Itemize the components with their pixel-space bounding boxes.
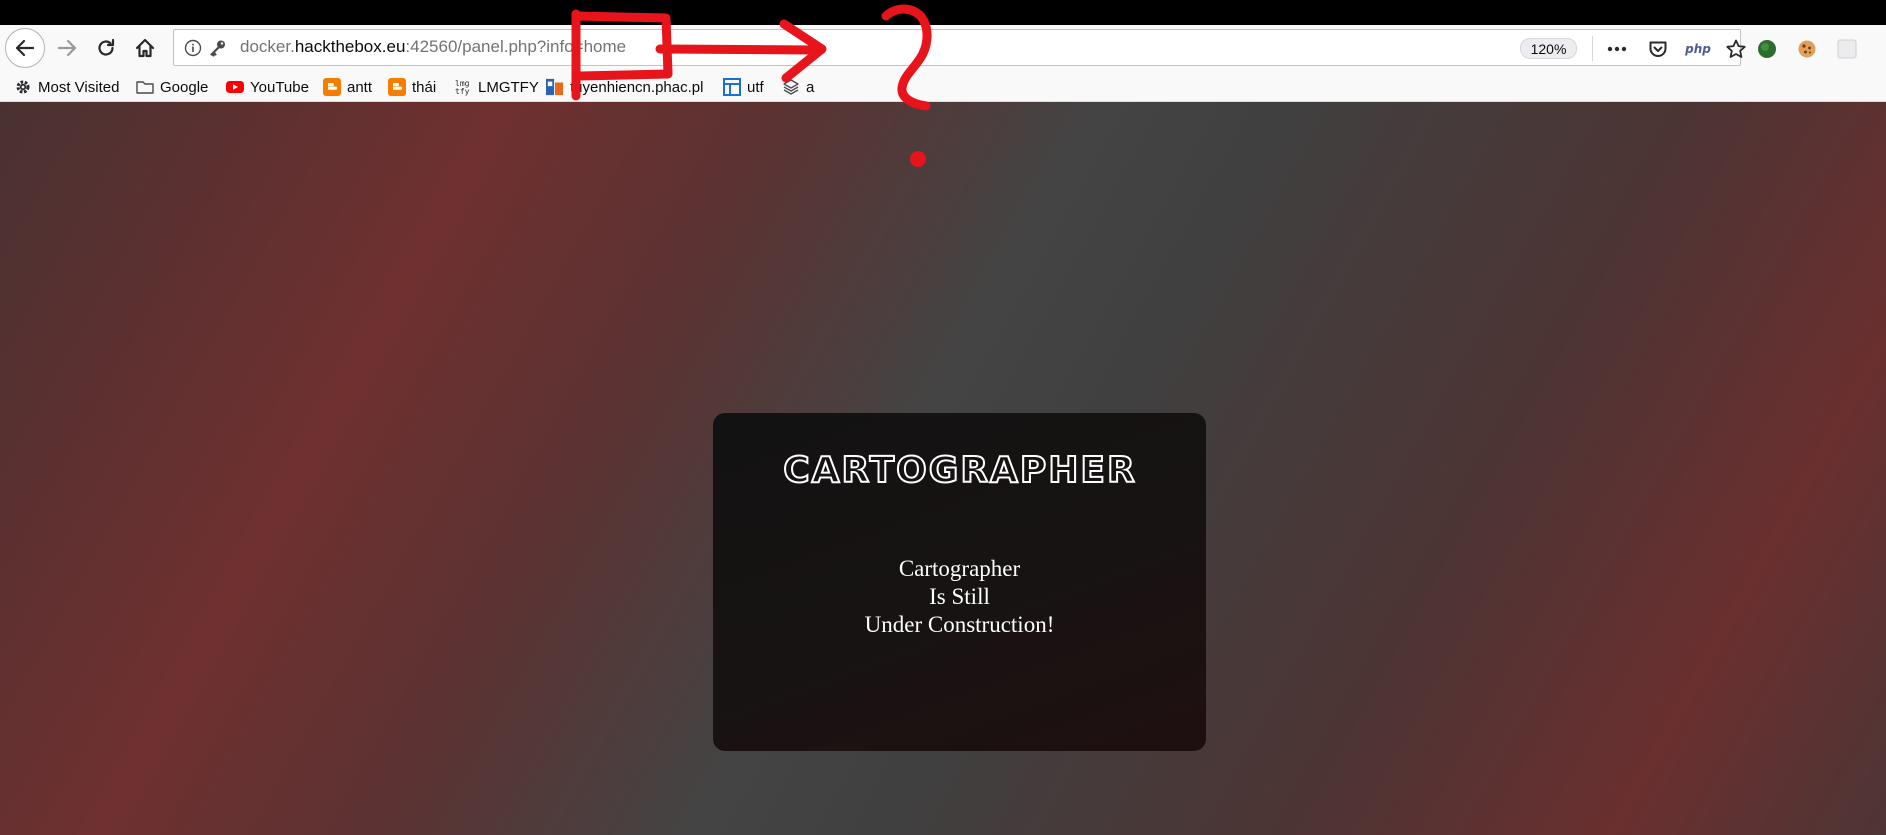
home-button[interactable]	[128, 31, 162, 65]
bookmark-thai[interactable]: thái	[388, 77, 436, 97]
php-extension-badge[interactable]: php	[1685, 36, 1711, 62]
bookmark-youtube[interactable]: YouTube	[226, 77, 309, 97]
cookie-extension-icon[interactable]	[1795, 37, 1819, 61]
bookmark-label: YouTube	[250, 78, 309, 96]
forward-arrow-icon	[57, 39, 77, 57]
url-text[interactable]: docker.hackthebox.eu:42560/panel.php?inf…	[240, 37, 626, 57]
window-top-strip	[0, 0, 1886, 25]
site-icon	[546, 78, 564, 96]
lmgtfy-icon: lmg tfy	[454, 78, 472, 96]
home-icon	[135, 38, 155, 58]
url-bar-divider	[1592, 36, 1593, 61]
bookmark-label: a	[806, 78, 815, 96]
bookmark-google[interactable]: Google	[136, 77, 208, 97]
gear-icon	[14, 78, 32, 96]
construction-card: CARTOGRAPHER Cartographer Is Still Under…	[713, 413, 1206, 751]
message-line-3: Under Construction!	[864, 612, 1055, 637]
url-host: hackthebox.eu	[294, 37, 406, 56]
page-content: CARTOGRAPHER Cartographer Is Still Under…	[0, 102, 1886, 835]
folder-icon	[136, 78, 154, 96]
reload-button[interactable]	[89, 31, 123, 65]
url-prefix: docker.	[240, 37, 295, 56]
page-actions-button[interactable]	[1604, 36, 1630, 62]
url-path: :42560/panel.php?info=home	[405, 37, 627, 56]
svg-text:CARTOGRAPHER: CARTOGRAPHER	[783, 453, 1137, 487]
layers-icon	[782, 78, 800, 96]
table-icon	[723, 78, 741, 96]
bookmark-label: Most Visited	[38, 78, 120, 96]
blogger-icon	[323, 78, 341, 96]
construction-message: Cartographer Is Still Under Construction…	[713, 555, 1206, 639]
meatball-menu-icon	[1607, 46, 1627, 52]
cartographer-logo: CARTOGRAPHER	[782, 453, 1137, 487]
bookmark-lmgtfy[interactable]: lmg tfy LMGTFY	[454, 77, 539, 97]
forward-button[interactable]	[50, 31, 84, 65]
bookmark-label: utf	[747, 78, 764, 96]
bookmark-label: LMGTFY	[478, 78, 539, 96]
green-extension-icon[interactable]	[1755, 37, 1779, 61]
back-arrow-icon	[15, 39, 35, 57]
zoom-level-badge[interactable]: 120%	[1520, 38, 1577, 59]
bookmarks-toolbar: Most Visited Google YouTube antt thái lm…	[0, 73, 1886, 102]
bookmark-label: thái	[412, 78, 437, 96]
message-line-2: Is Still	[929, 584, 990, 609]
bookmark-a[interactable]: a	[782, 77, 814, 97]
bookmark-antt[interactable]: antt	[323, 77, 372, 97]
message-line-1: Cartographer	[898, 556, 1021, 581]
key-icon[interactable]	[208, 38, 228, 58]
info-icon[interactable]	[184, 39, 202, 57]
pocket-button[interactable]	[1645, 36, 1671, 62]
star-icon	[1726, 39, 1746, 58]
bookmark-label: antt	[347, 78, 373, 96]
youtube-icon	[226, 78, 244, 96]
back-button[interactable]	[5, 28, 45, 68]
pocket-icon	[1649, 41, 1667, 57]
reload-icon	[98, 38, 115, 56]
navigation-toolbar: docker.hackthebox.eu:42560/panel.php?inf…	[0, 25, 1886, 73]
bookmark-most-visited[interactable]: Most Visited	[14, 77, 119, 97]
bookmark-utf[interactable]: utf	[723, 77, 764, 97]
bookmark-tuyenhiencn[interactable]: tuyenhiencn.phac.pl	[546, 77, 703, 97]
bookmark-star-button[interactable]	[1723, 36, 1749, 62]
bookmark-label: tuyenhiencn.phac.pl	[570, 78, 704, 96]
blogger-icon	[388, 78, 406, 96]
bookmark-label: Google	[160, 78, 209, 96]
blank-extension-icon[interactable]	[1835, 37, 1859, 61]
url-bar[interactable]: docker.hackthebox.eu:42560/panel.php?inf…	[173, 29, 1746, 66]
svg-text:tfy: tfy	[455, 87, 470, 96]
